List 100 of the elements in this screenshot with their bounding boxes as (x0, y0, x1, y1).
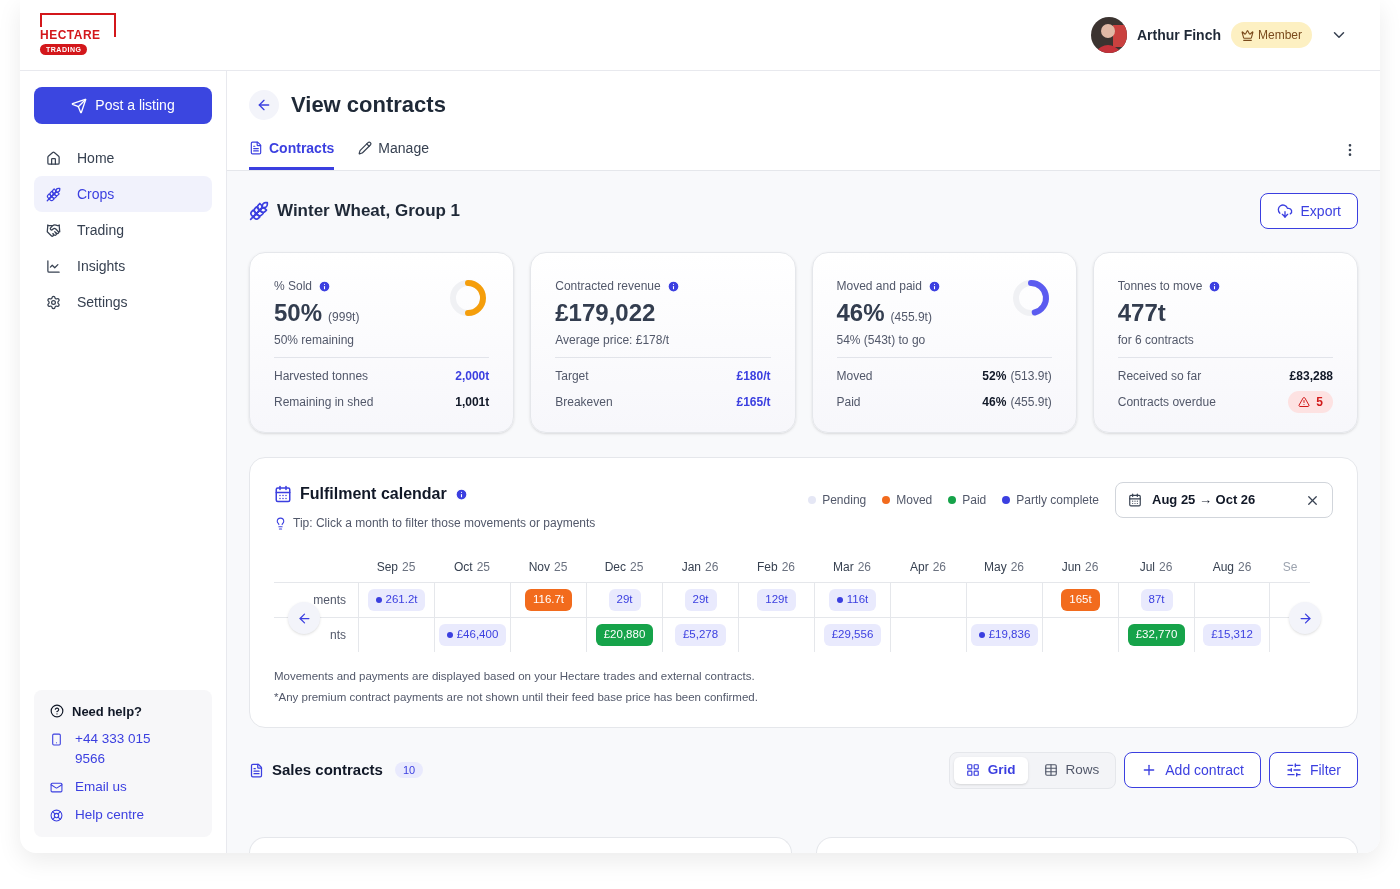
nav-item[interactable]: Home (34, 140, 212, 176)
calendar-cell[interactable] (890, 582, 966, 617)
member-badge: Member (1231, 22, 1312, 48)
count-badge: 10 (394, 761, 424, 779)
help-link[interactable]: Email us (75, 777, 175, 797)
calendar-cell[interactable]: £20,880 (586, 617, 662, 652)
add-contract-button[interactable]: Add contract (1124, 752, 1261, 788)
amount-chip[interactable]: £20,880 (595, 624, 654, 646)
calendar-cell[interactable] (738, 617, 814, 652)
stat-link[interactable]: £165/t (736, 393, 771, 411)
calendar-cell[interactable] (890, 617, 966, 652)
crown-icon (1241, 28, 1254, 42)
amount-chip[interactable]: 129t (757, 589, 796, 611)
calendar-cell[interactable]: £46,400 (434, 617, 510, 652)
amount-chip[interactable]: 261.2t (367, 589, 426, 611)
amount-chip[interactable]: £32,770 (1127, 624, 1186, 646)
info-icon[interactable] (454, 487, 468, 501)
stat-amount: 46% (982, 394, 1007, 411)
scroll-right-button[interactable] (1289, 602, 1321, 634)
calendar-cell[interactable]: 29t (662, 582, 738, 617)
handshake-icon (46, 222, 61, 238)
month-label[interactable]: Aug 26 (1194, 552, 1270, 582)
help-link[interactable]: Help centre (75, 805, 175, 825)
calendar-cell[interactable] (1194, 582, 1270, 617)
month-label[interactable]: Nov 25 (510, 552, 586, 582)
calendar-cell[interactable]: £32,770 (1118, 617, 1194, 652)
row-label: ments (313, 592, 346, 609)
calendar-cell[interactable]: 29t (586, 582, 662, 617)
calendar-note: Movements and payments are displayed based on your Hectare trades and external contracts. (274, 669, 756, 684)
filter-button[interactable]: Filter (1268, 752, 1358, 788)
phone-icon (50, 733, 63, 746)
calendar-cell[interactable] (1042, 617, 1118, 652)
calendar-cell[interactable]: £29,556 (814, 617, 890, 652)
amount-chip[interactable]: £19,836 (970, 624, 1039, 646)
stat-amount: 52% (982, 368, 1007, 385)
month-label[interactable]: Feb 26 (738, 552, 814, 582)
stat-value: 46% (836, 299, 885, 327)
info-icon[interactable] (666, 279, 680, 293)
nav-item[interactable]: Trading (34, 212, 212, 248)
stat-title: Tonnes to move (1117, 278, 1203, 295)
back-button[interactable] (249, 89, 279, 120)
scroll-left-button[interactable] (288, 602, 320, 634)
month-label[interactable]: May 26 (966, 552, 1042, 582)
stat-value: £179,022 (555, 299, 656, 327)
month-label[interactable]: Jun 26 (1042, 552, 1118, 582)
calendar-cell[interactable] (358, 617, 434, 652)
calendar-cell[interactable]: 129t (738, 582, 814, 617)
calendar-cell[interactable] (966, 582, 1042, 617)
amount-chip[interactable]: £15,312 (1203, 624, 1261, 646)
calendar-cell[interactable]: 261.2t (358, 582, 434, 617)
month-label[interactable]: Jan 26 (662, 552, 738, 582)
table-icon (1043, 763, 1058, 777)
stat-label: Contracts overdue (1117, 394, 1216, 411)
calendar-cell[interactable]: £15,312 (1194, 617, 1270, 652)
info-icon[interactable] (927, 279, 941, 293)
help-link[interactable]: +44 333 015 9566 (75, 729, 175, 769)
amount-chip[interactable]: £5,278 (674, 624, 727, 646)
calendar-cell[interactable]: £19,836 (966, 617, 1042, 652)
calendar-cell[interactable]: 87t (1118, 582, 1194, 617)
month-label[interactable]: Apr 26 (890, 552, 966, 582)
month-label[interactable]: Oct 25 (434, 552, 510, 582)
info-icon[interactable] (1208, 279, 1222, 293)
amount-chip[interactable]: £46,400 (438, 624, 507, 646)
document-icon (249, 141, 263, 155)
calendar-cell[interactable]: £5,278 (662, 617, 738, 652)
month-label[interactable]: Dec 25 (586, 552, 662, 582)
tab[interactable]: Manage (358, 129, 429, 170)
month-label[interactable]: Jul 26 (1118, 552, 1194, 582)
nav-item[interactable]: Insights (34, 248, 212, 284)
wheat-icon (46, 186, 61, 202)
date-range-field[interactable]: Aug 25 → Oct 26 (1115, 482, 1333, 518)
month-label[interactable]: Mar 26 (814, 552, 890, 582)
amount-chip[interactable]: 29t (608, 589, 641, 611)
calendar-cell[interactable] (434, 582, 510, 617)
amount-chip[interactable]: 87t (1140, 589, 1173, 611)
stat-link[interactable]: £180/t (736, 367, 771, 385)
amount-chip[interactable]: £29,556 (823, 624, 882, 646)
stat-label: Harvested tonnes (274, 368, 369, 385)
info-icon[interactable] (318, 279, 332, 293)
calendar-icon (1128, 493, 1142, 507)
view-option[interactable]: Rows (1031, 756, 1112, 784)
calendar-cell[interactable] (510, 617, 586, 652)
stat-title: % Sold (274, 278, 313, 295)
stat-note: (513.9t) (1010, 368, 1052, 385)
calendar-cell[interactable]: 116t (814, 582, 890, 617)
nav-item[interactable]: Crops (34, 176, 212, 212)
export-button[interactable]: Export (1259, 193, 1358, 229)
user-name[interactable]: Arthur Finch (1137, 24, 1221, 46)
view-option[interactable]: Grid (953, 756, 1028, 784)
amount-chip[interactable]: 116t (828, 589, 877, 611)
nav-item[interactable]: Settings (34, 284, 212, 320)
tab[interactable]: Contracts (249, 129, 335, 170)
stat-value: 50% (274, 299, 323, 327)
stat-amount: 1,001t (455, 394, 490, 411)
stat-label: Received so far (1117, 368, 1202, 385)
stat-title: Moved and paid (836, 278, 922, 295)
month-label[interactable]: Sep 25 (358, 552, 434, 582)
post-listing-button[interactable]: Post a listing (34, 87, 212, 124)
stat-link[interactable]: 2,000t (455, 367, 490, 385)
amount-chip[interactable]: 29t (684, 589, 717, 611)
